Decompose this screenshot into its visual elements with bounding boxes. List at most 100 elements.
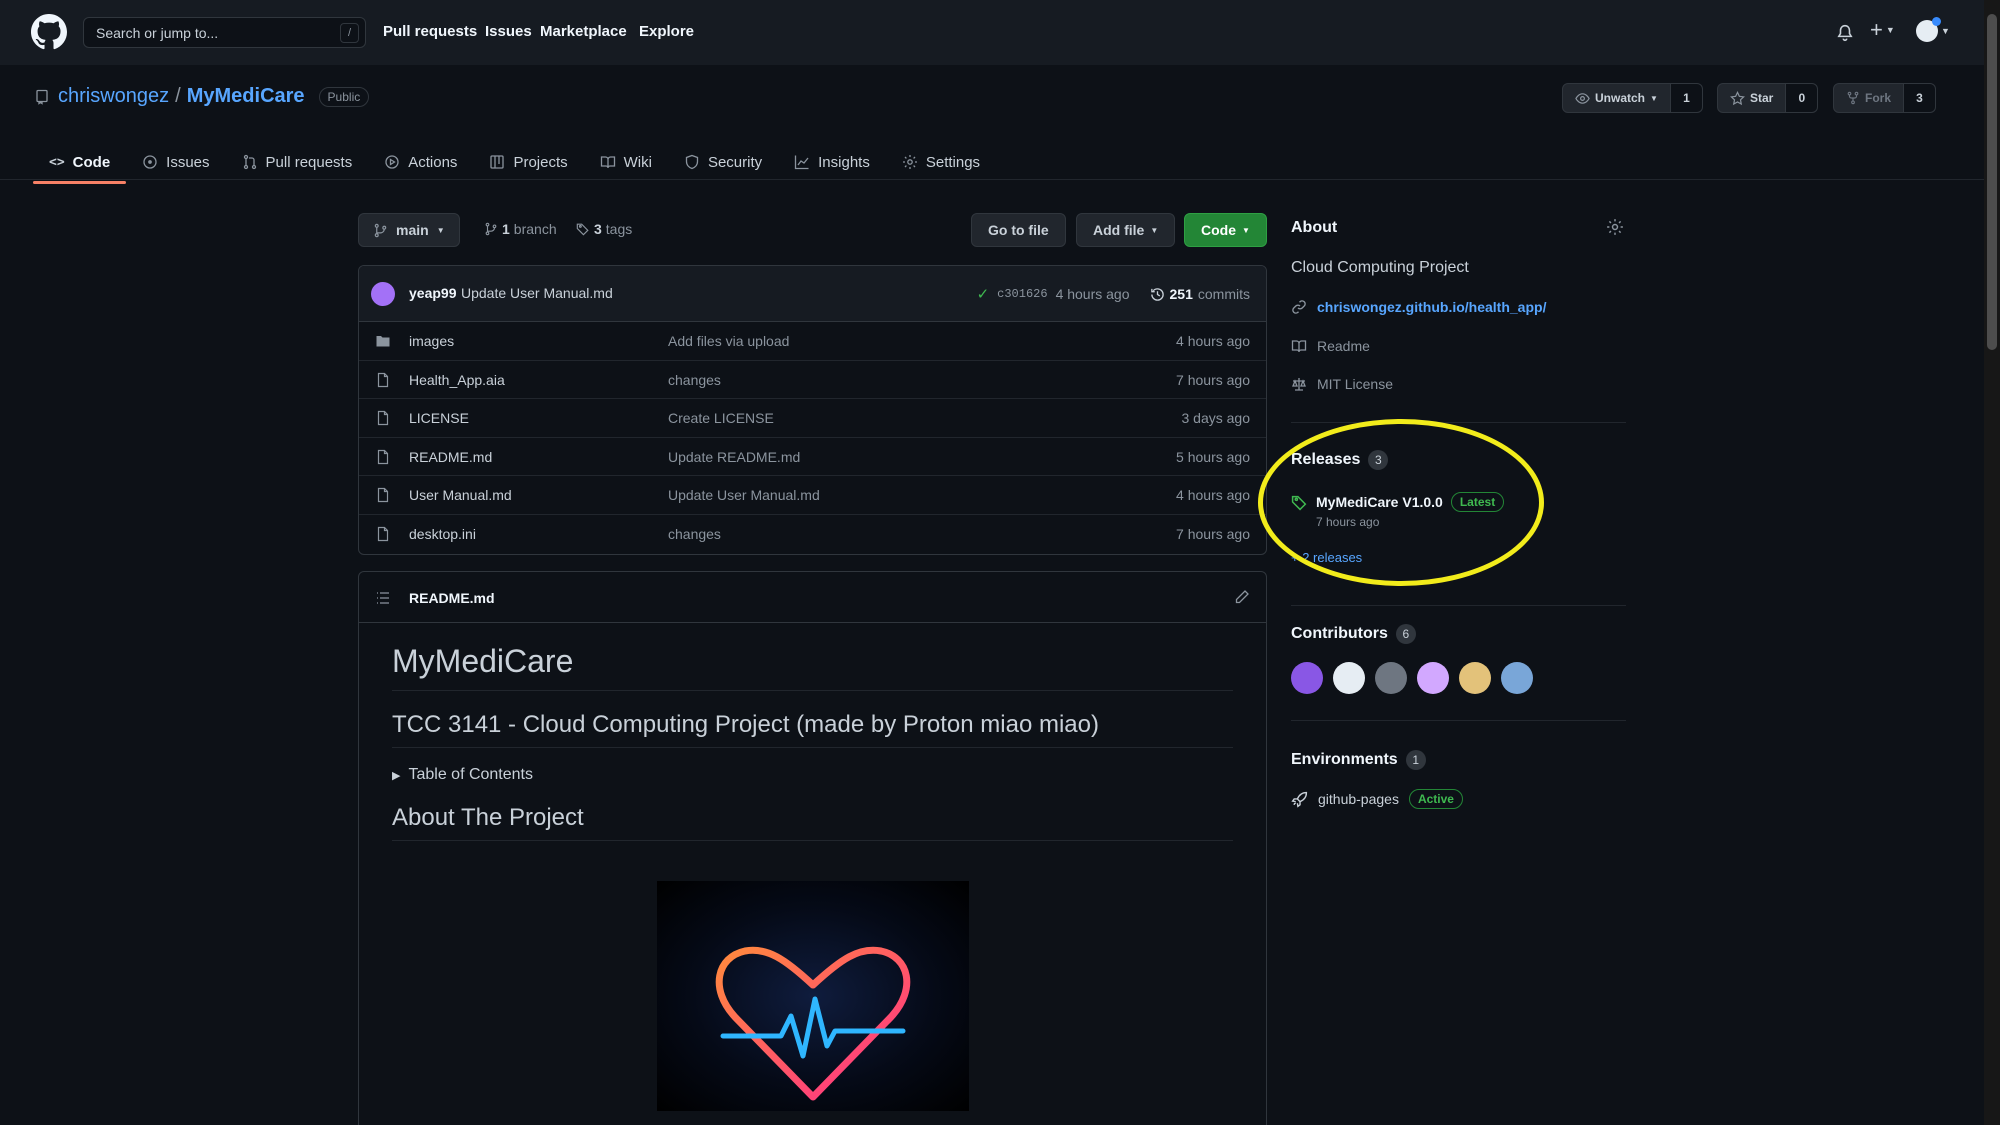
file-row[interactable]: desktop.ini changes 7 hours ago xyxy=(359,515,1266,554)
branch-select-button[interactable]: main ▼ xyxy=(358,213,460,247)
file-row[interactable]: User Manual.md Update User Manual.md 4 h… xyxy=(359,476,1266,515)
file-commit-message[interactable]: Update README.md xyxy=(668,449,800,465)
repo-icon xyxy=(36,89,48,105)
nav-issues[interactable]: Issues xyxy=(485,23,532,40)
code-button[interactable]: Code ▼ xyxy=(1184,213,1267,247)
contributor-avatar[interactable] xyxy=(1501,662,1533,694)
environment-link[interactable]: github-pages Active xyxy=(1291,789,1463,809)
tab-pull-requests[interactable]: Pull requests xyxy=(226,142,369,182)
file-browser: yeap99 Update User Manual.md ✓ c301626 4… xyxy=(358,265,1267,555)
branch-count: 1 xyxy=(502,221,510,237)
contributor-avatar[interactable] xyxy=(1459,662,1491,694)
file-name-link[interactable]: LICENSE xyxy=(409,410,469,426)
user-menu[interactable]: ▼ xyxy=(1916,17,1950,42)
tab-label: Projects xyxy=(513,153,568,171)
details-summary: Table of Contents xyxy=(408,766,533,783)
fork-button[interactable]: Fork xyxy=(1833,83,1905,113)
tab-settings[interactable]: Settings xyxy=(886,142,996,182)
repo-name-link[interactable]: MyMediCare xyxy=(187,85,305,108)
caret-down-icon: ▼ xyxy=(1150,225,1159,235)
list-icon[interactable] xyxy=(375,590,391,606)
file-name-link[interactable]: desktop.ini xyxy=(409,526,476,542)
file-name-link[interactable]: README.md xyxy=(409,449,492,465)
license-link[interactable]: MIT License xyxy=(1291,376,1393,392)
file-row[interactable]: images Add files via upload 4 hours ago xyxy=(359,322,1266,361)
tab-insights[interactable]: Insights xyxy=(778,142,886,182)
commit-sha-link[interactable]: c301626 xyxy=(997,287,1047,301)
contributors-heading[interactable]: Contributors 6 xyxy=(1291,624,1416,644)
file-icon xyxy=(377,487,389,503)
branches-link[interactable]: 1 branch xyxy=(484,221,557,237)
unwatch-button[interactable]: Unwatch ▼ xyxy=(1562,83,1671,113)
contributor-avatar[interactable] xyxy=(1417,662,1449,694)
file-name-link[interactable]: Health_App.aia xyxy=(409,372,505,388)
scrollbar-thumb[interactable] xyxy=(1987,14,1997,350)
contributor-avatar[interactable] xyxy=(1375,662,1407,694)
fork-group: Fork 3 xyxy=(1833,83,1937,113)
contributor-avatar[interactable] xyxy=(1333,662,1365,694)
nav-pull-requests[interactable]: Pull requests xyxy=(383,23,477,40)
commit-message-link[interactable]: Update User Manual.md xyxy=(461,285,613,301)
unwatch-label: Unwatch xyxy=(1595,91,1646,105)
gear-icon[interactable] xyxy=(1606,218,1624,236)
homepage-link[interactable]: chriswongez.github.io/health_app/ xyxy=(1291,299,1546,315)
tab-issues[interactable]: Issues xyxy=(126,142,225,182)
tab-code[interactable]: <> Code xyxy=(33,142,127,184)
environments-count: 1 xyxy=(1405,750,1426,770)
fork-label: Fork xyxy=(1865,91,1892,105)
fork-count[interactable]: 3 xyxy=(1904,83,1937,113)
nav-explore[interactable]: Explore xyxy=(639,23,694,40)
contributor-avatar[interactable] xyxy=(1291,662,1323,694)
readme-content: MyMediCare TCC 3141 - Cloud Computing Pr… xyxy=(359,643,1266,841)
tab-security[interactable]: Security xyxy=(668,142,778,182)
go-to-file-button[interactable]: Go to file xyxy=(971,213,1066,247)
contributors-title: Contributors xyxy=(1291,625,1388,642)
star-count[interactable]: 0 xyxy=(1786,83,1819,113)
table-of-contents-toggle[interactable]: ▶ Table of Contents xyxy=(392,766,1233,784)
file-row[interactable]: README.md Update README.md 5 hours ago xyxy=(359,438,1266,476)
tab-label: Security xyxy=(707,153,763,171)
pull-request-icon xyxy=(243,154,256,170)
tab-projects[interactable]: Projects xyxy=(473,142,583,182)
tags-link[interactable]: 3 tags xyxy=(576,221,632,237)
commit-author-link[interactable]: yeap99 xyxy=(409,285,456,301)
file-name-link[interactable]: User Manual.md xyxy=(409,487,512,503)
file-commit-message[interactable]: Add files via upload xyxy=(668,333,789,349)
file-commit-message[interactable]: changes xyxy=(668,526,721,542)
star-button[interactable]: Star xyxy=(1717,83,1787,113)
file-name-link[interactable]: images xyxy=(409,333,454,349)
sidebar-divider xyxy=(1291,720,1626,721)
file-commit-message[interactable]: changes xyxy=(668,372,721,388)
add-file-button[interactable]: Add file ▼ xyxy=(1076,213,1176,247)
watch-count[interactable]: 1 xyxy=(1670,83,1703,113)
environments-heading[interactable]: Environments 1 xyxy=(1291,750,1426,770)
file-row[interactable]: LICENSE Create LICENSE 3 days ago xyxy=(359,399,1266,438)
pencil-icon[interactable] xyxy=(1234,589,1250,605)
contributors-count: 6 xyxy=(1395,624,1416,644)
link-icon xyxy=(1292,300,1306,314)
file-commit-message[interactable]: Update User Manual.md xyxy=(668,487,820,503)
tab-label: Pull requests xyxy=(265,153,353,171)
tab-actions[interactable]: Actions xyxy=(368,142,473,182)
tab-wiki[interactable]: Wiki xyxy=(584,142,668,182)
check-icon[interactable]: ✓ xyxy=(977,285,990,303)
search-input[interactable]: Search or jump to... / xyxy=(83,17,366,48)
commits-history-link[interactable]: 251 commits xyxy=(1150,286,1250,302)
tag-icon xyxy=(576,223,589,236)
file-row[interactable]: Health_App.aia changes 7 hours ago xyxy=(359,361,1266,399)
readme-label: Readme xyxy=(1317,338,1370,354)
triangle-right-icon: ▶ xyxy=(392,769,401,782)
law-scale-icon xyxy=(1292,378,1306,391)
repo-owner-link[interactable]: chriswongez xyxy=(58,85,169,108)
create-new-menu[interactable]: + ▼ xyxy=(1870,19,1895,41)
readme-link[interactable]: Readme xyxy=(1291,338,1370,354)
book-icon xyxy=(600,156,615,169)
github-logo-icon[interactable] xyxy=(31,14,67,50)
file-commit-message[interactable]: Create LICENSE xyxy=(668,410,774,426)
avatar[interactable] xyxy=(371,282,395,306)
nav-marketplace[interactable]: Marketplace xyxy=(540,23,627,40)
notification-bell-icon[interactable] xyxy=(1836,24,1854,42)
caret-down-icon: ▼ xyxy=(436,225,445,235)
file-age: 3 days ago xyxy=(1181,410,1251,426)
history-icon xyxy=(1150,287,1164,301)
